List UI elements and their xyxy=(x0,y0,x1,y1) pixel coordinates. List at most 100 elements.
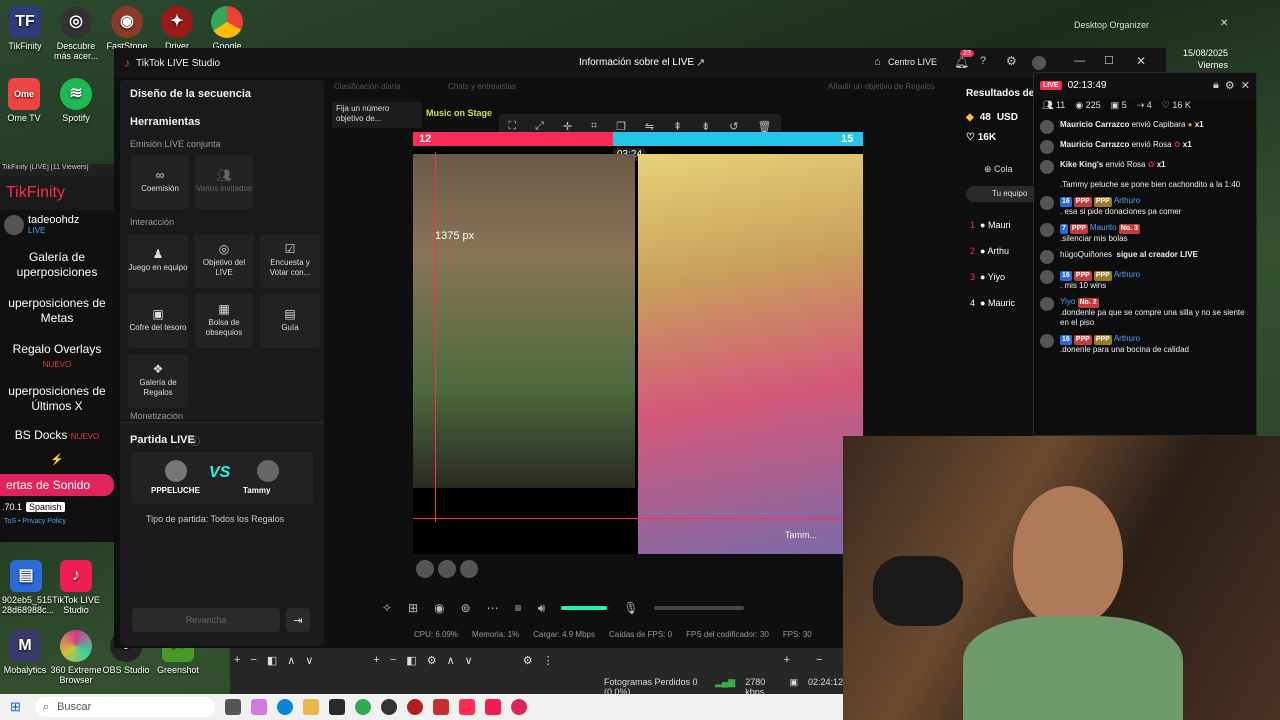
add-icon[interactable]: + xyxy=(784,654,790,667)
avatar[interactable] xyxy=(416,560,434,578)
team-game-tile[interactable]: ♟ Juego en equipo xyxy=(128,234,188,288)
tikfinity-user[interactable]: tadeoohdz LIVE xyxy=(0,210,114,239)
tikfinity-menu-goal-overlays[interactable]: uperposiciones de Metas xyxy=(0,293,114,329)
task-view-icon[interactable] xyxy=(224,699,241,715)
obs-icon[interactable] xyxy=(380,699,397,715)
desktop-icon-mobalytics[interactable]: M Mobalytics xyxy=(0,630,50,675)
add-gift-goal-button[interactable]: Añadir un objetivo de Regalos xyxy=(828,82,935,91)
layer-up-icon[interactable]: ⇞ xyxy=(673,120,682,133)
tab-chats[interactable]: Chats y entrevistas xyxy=(448,82,516,91)
avatar[interactable] xyxy=(438,560,456,578)
mixer-icon[interactable]: ≡ xyxy=(515,601,522,615)
more-icon[interactable]: ⋮ xyxy=(543,654,554,667)
remove-icon[interactable]: − xyxy=(816,654,822,667)
chrome-icon[interactable] xyxy=(354,699,371,715)
tikfinity-sound-alerts-button[interactable]: ertas de Sonido xyxy=(0,474,114,496)
help-icon[interactable]: ? xyxy=(980,55,986,67)
bell-icon[interactable]: 🔔︎ xyxy=(954,55,969,69)
down-icon[interactable]: ∨ xyxy=(305,654,313,667)
desktop-icon-file[interactable]: ▤ 902eb5_515 28d68988c... xyxy=(2,560,54,615)
undo-icon[interactable]: ↺ xyxy=(729,120,738,133)
magic-icon[interactable]: ✧ xyxy=(382,601,392,615)
settings-icon[interactable]: ⚙ xyxy=(523,654,533,667)
treasure-chest-tile[interactable]: ▣ Cofre del tesoro xyxy=(128,294,188,348)
language-select[interactable]: Spanish xyxy=(26,502,65,512)
remove-icon[interactable]: − xyxy=(250,654,256,667)
list-item[interactable]: 1 ● Mauri xyxy=(970,212,1015,238)
desktop-icon-ometv[interactable]: Ome Ome TV xyxy=(2,78,46,123)
edge-icon[interactable] xyxy=(276,699,293,715)
terminal-icon[interactable] xyxy=(328,699,345,715)
microphone-icon[interactable]: 🎙︎ xyxy=(623,601,638,615)
copy-icon[interactable]: ❐ xyxy=(616,120,626,133)
record-icon[interactable]: ◉ xyxy=(434,601,444,615)
fullscreen-icon[interactable]: ⛶ xyxy=(508,120,516,133)
crop-icon[interactable]: ⌗ xyxy=(591,120,597,133)
list-item[interactable]: 2 ● Arthu xyxy=(970,238,1015,264)
opera-icon[interactable] xyxy=(510,699,527,715)
close-icon[interactable]: ✕ xyxy=(1220,18,1228,29)
add-icon[interactable]: + xyxy=(234,654,240,667)
layer-down-icon[interactable]: ⇟ xyxy=(701,120,710,133)
maximize-icon[interactable]: ☐ xyxy=(1104,54,1114,67)
lock-icon[interactable]: 🔒︎ xyxy=(1213,79,1219,92)
volume-icon[interactable]: 🔊︎ xyxy=(538,601,546,616)
tikfinity-legal-links[interactable]: ToS • Privacy Policy xyxy=(0,518,114,525)
minimize-icon[interactable]: — xyxy=(1074,55,1085,67)
poll-tile[interactable]: ☑ Encuesta y Votar con... xyxy=(260,234,320,288)
desktop-icon-tikfinity[interactable]: TF TikFinity xyxy=(0,6,50,61)
copilot-icon[interactable] xyxy=(250,699,267,715)
tikfinity-menu-overlay-gallery[interactable]: Galería de uperposiciones xyxy=(0,247,114,283)
center-icon[interactable]: ✛ xyxy=(563,120,572,133)
close-icon[interactable]: ✕ xyxy=(1241,79,1250,92)
mic-slider[interactable] xyxy=(654,606,745,610)
volume-slider[interactable] xyxy=(561,606,608,610)
filter-icon[interactable]: ◧ xyxy=(406,654,416,667)
add-icon[interactable]: + xyxy=(373,654,379,667)
more-icon[interactable]: ⋯ xyxy=(487,601,499,615)
desktop-icon-discover[interactable]: ◎ Descubre más acer... xyxy=(50,6,102,61)
trash-icon[interactable]: 🗑︎ xyxy=(757,120,771,133)
tikfinity-icon[interactable] xyxy=(458,699,475,715)
tikfinity-menu-gift-overlays[interactable]: Regalo Overlays NUEVO xyxy=(0,339,114,375)
live-goal-tile[interactable]: ◎ Objetivo del LIVE xyxy=(194,234,254,288)
filter-icon[interactable]: ◧ xyxy=(267,654,277,667)
list-item[interactable]: 3 ● Yiyo xyxy=(970,264,1015,290)
add-source-icon[interactable]: ⊞ xyxy=(408,601,418,615)
driver-icon[interactable] xyxy=(406,699,423,715)
sequence-design-title[interactable]: Diseño de la secuencia xyxy=(130,88,251,100)
tikfinity-menu-obs-docks[interactable]: BS Docks NUEVO xyxy=(0,425,114,447)
pin-goal-widget[interactable]: Fija un número objetivo de... xyxy=(332,102,422,128)
multi-guest-tile[interactable]: 👥︎ Varios invitados xyxy=(194,155,254,209)
rematch-button[interactable]: Revancha xyxy=(132,608,280,632)
desktop-icon-360-browser[interactable]: 360 Extreme Browser xyxy=(50,630,102,685)
coemission-tile[interactable]: ∞ Coemisión xyxy=(130,155,190,209)
up-icon[interactable]: ∧ xyxy=(447,654,455,667)
guide-tile[interactable]: ▤ Guía xyxy=(260,294,320,348)
gift-bag-tile[interactable]: ▦ Bolsa de obsequios xyxy=(194,294,254,348)
up-icon[interactable]: ∧ xyxy=(287,654,295,667)
camera-icon[interactable]: ⊚ xyxy=(461,601,471,615)
live-info-title[interactable]: Información sobre el LIVE xyxy=(579,57,694,68)
desktop-icon-spotify[interactable]: ≋ Spotify xyxy=(52,78,100,123)
down-icon[interactable]: ∨ xyxy=(465,654,473,667)
app-icon[interactable] xyxy=(432,699,449,715)
tikfinity-menu-last-x[interactable]: uperposiciones de Últimos X xyxy=(0,381,114,417)
avatar[interactable] xyxy=(1032,56,1046,70)
exit-match-button[interactable]: ⇥ xyxy=(286,608,310,632)
gear-icon[interactable]: ⚙ xyxy=(1006,54,1017,68)
list-item[interactable]: 4 ● Mauric xyxy=(970,290,1015,316)
expand-icon[interactable]: ⤢ xyxy=(535,120,544,133)
share-icon[interactable]: ↗ xyxy=(696,56,705,69)
remove-icon[interactable]: − xyxy=(390,654,396,667)
windows-start-icon[interactable]: ⊞ xyxy=(10,699,21,715)
gear-icon[interactable]: ⚙ xyxy=(1225,79,1235,92)
avatar[interactable] xyxy=(460,560,478,578)
tiktok-icon[interactable] xyxy=(484,699,501,715)
tab-daily-ranking[interactable]: Clasificación diaria xyxy=(334,82,401,91)
flip-icon[interactable]: ⇋ xyxy=(645,120,654,133)
centro-live-button[interactable]: Centro LIVE xyxy=(888,57,937,67)
close-icon[interactable]: ✕ xyxy=(1136,54,1146,68)
help-icon[interactable]: ⓘ xyxy=(190,433,200,448)
folder-icon[interactable] xyxy=(302,699,319,715)
